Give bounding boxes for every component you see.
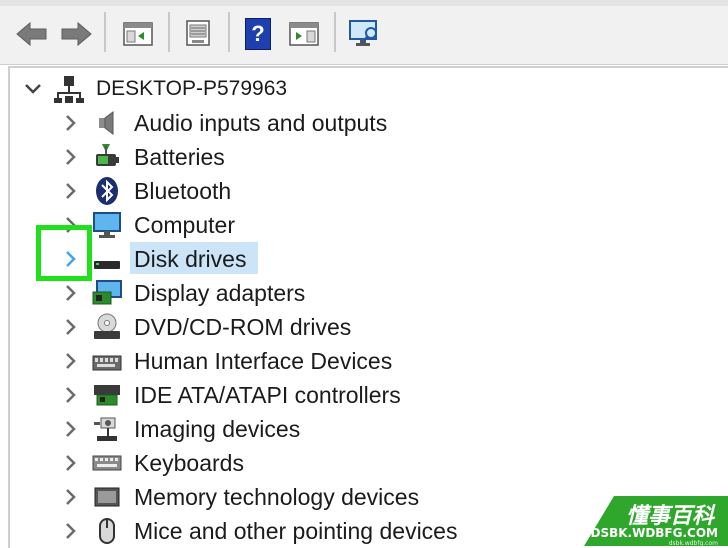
speaker-icon xyxy=(90,106,124,140)
toolbar: ? xyxy=(0,0,728,65)
tree-item-batteries[interactable]: Batteries xyxy=(134,140,225,174)
properties-button[interactable] xyxy=(178,14,218,54)
console-tree-icon xyxy=(123,22,153,46)
tree-item-computer[interactable]: Computer xyxy=(134,208,235,242)
toolbar-separator xyxy=(334,12,336,52)
expand-chevron[interactable] xyxy=(56,378,86,412)
watermark-url: DSBK.WDBFG.COM xyxy=(590,526,718,540)
root-collapse-chevron[interactable] xyxy=(18,72,48,106)
back-button[interactable] xyxy=(12,14,52,54)
tree-item-bluetooth[interactable]: Bluetooth xyxy=(134,174,231,208)
disk-drive-icon xyxy=(90,242,124,276)
tree-item-dvd-cd-rom-drives[interactable]: DVD/CD-ROM drives xyxy=(134,310,351,344)
chevron-down-icon xyxy=(25,84,41,94)
tree-item-disk-drives[interactable]: Disk drives xyxy=(134,242,246,276)
tree-item-imaging-devices[interactable]: Imaging devices xyxy=(134,412,300,446)
imaging-device-icon xyxy=(90,412,124,446)
toolbar-separator xyxy=(104,12,106,52)
menu-bar-edge xyxy=(0,0,728,6)
watermark: 懂事百科 DSBK.WDBFG.COM dsbk.wdbfg.com xyxy=(584,496,728,547)
tree-item-audio-inputs-outputs[interactable]: Audio inputs and outputs xyxy=(134,106,387,140)
chevron-right-icon xyxy=(66,489,76,505)
expand-chevron[interactable] xyxy=(56,412,86,446)
monitor-scan-icon xyxy=(349,20,377,46)
display-adapter-icon xyxy=(90,276,124,310)
toolbar-separator xyxy=(168,12,170,52)
expand-chevron[interactable] xyxy=(56,480,86,514)
chevron-right-icon xyxy=(66,285,76,301)
expand-chevron[interactable] xyxy=(56,106,86,140)
action-pane-button[interactable] xyxy=(284,14,324,54)
back-arrow-icon xyxy=(16,21,47,47)
device-tree: DESKTOP-P579963 Audio inputs and outputs… xyxy=(8,66,728,548)
bluetooth-icon xyxy=(90,174,124,208)
expand-chevron[interactable] xyxy=(56,344,86,378)
action-pane-icon xyxy=(289,22,319,46)
chevron-right-icon xyxy=(66,353,76,369)
ide-controller-icon xyxy=(90,378,124,412)
chevron-right-icon xyxy=(66,523,76,539)
expand-chevron[interactable] xyxy=(56,310,86,344)
tree-item-mice-pointing-devices[interactable]: Mice and other pointing devices xyxy=(134,514,457,548)
show-hide-console-tree-button[interactable] xyxy=(118,14,158,54)
keyboard-icon xyxy=(90,446,124,480)
chevron-right-icon xyxy=(66,115,76,131)
tree-item-human-interface-devices[interactable]: Human Interface Devices xyxy=(134,344,392,378)
annotation-highlight-box xyxy=(36,225,92,281)
forward-arrow-icon xyxy=(61,21,92,47)
chevron-right-icon xyxy=(66,387,76,403)
dvd-drive-icon xyxy=(90,310,124,344)
scan-hardware-button[interactable] xyxy=(344,14,384,54)
help-icon: ? xyxy=(245,18,271,50)
expand-chevron[interactable] xyxy=(56,514,86,548)
expand-chevron[interactable] xyxy=(56,276,86,310)
tree-item-ide-ata-atapi-controllers[interactable]: IDE ATA/ATAPI controllers xyxy=(134,378,401,412)
root-node-label[interactable]: DESKTOP-P579963 xyxy=(96,72,287,106)
expand-chevron[interactable] xyxy=(56,446,86,480)
computer-monitor-icon xyxy=(90,208,124,242)
expand-chevron[interactable] xyxy=(56,174,86,208)
battery-icon xyxy=(90,140,124,174)
properties-icon xyxy=(186,20,210,46)
chevron-right-icon xyxy=(66,455,76,471)
hid-icon xyxy=(90,344,124,378)
computer-network-icon xyxy=(52,72,86,106)
tree-item-memory-technology-devices[interactable]: Memory technology devices xyxy=(134,480,419,514)
chevron-right-icon xyxy=(66,183,76,199)
tree-item-display-adapters[interactable]: Display adapters xyxy=(134,276,305,310)
memory-device-icon xyxy=(90,480,124,514)
toolbar-separator xyxy=(228,12,230,52)
expand-chevron[interactable] xyxy=(56,140,86,174)
forward-button[interactable] xyxy=(56,14,96,54)
help-button[interactable]: ? xyxy=(240,14,276,54)
chevron-right-icon xyxy=(66,421,76,437)
mouse-icon xyxy=(90,514,124,548)
chevron-right-icon xyxy=(66,149,76,165)
chevron-right-icon xyxy=(66,319,76,335)
tree-item-keyboards[interactable]: Keyboards xyxy=(134,446,244,480)
